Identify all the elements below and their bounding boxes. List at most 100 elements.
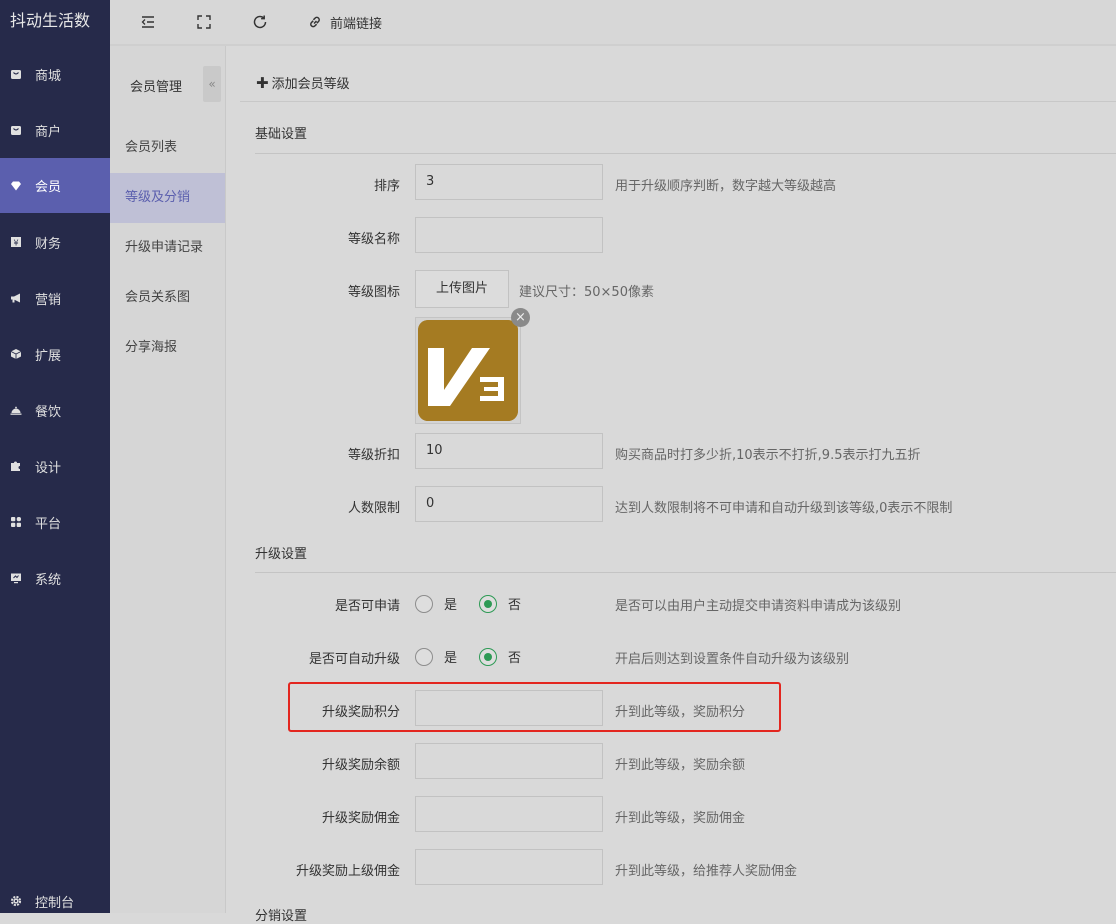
- subnav-item-share-poster[interactable]: 分享海报: [110, 323, 225, 373]
- add-level-tab[interactable]: ✚ 添加会员等级: [256, 73, 350, 93]
- reward-balance-hint: 升到此等级，奖励余额: [615, 758, 746, 773]
- sort-label: 排序: [373, 179, 400, 194]
- sidebar-item-label: 系统: [35, 572, 62, 588]
- sidebar-item-catering[interactable]: 餐饮: [0, 389, 110, 431]
- sidebar-item-merchant[interactable]: 商户: [0, 109, 110, 151]
- collapse-subnav-button[interactable]: «: [203, 66, 221, 102]
- member-limit-hint: 达到人数限制将不可申请和自动升级到该等级,0表示不限制: [615, 501, 953, 516]
- sidebar-item-label: 会员: [35, 180, 62, 195]
- can-apply-no-radio[interactable]: [479, 594, 498, 613]
- refresh-icon: [252, 14, 268, 30]
- sort-input[interactable]: 3: [415, 164, 603, 200]
- radio-label: 是: [444, 651, 458, 666]
- sort-hint: 用于升级顺序判断，数字越大等级越高: [615, 179, 837, 194]
- sidebar-item-label: 财务: [35, 236, 62, 252]
- reward-commission-input[interactable]: [415, 796, 603, 832]
- link-icon: [307, 14, 323, 30]
- sub-navigation: 会员管理 « 会员列表 等级及分销 升级申请记录 会员关系图 分享海报: [110, 46, 226, 913]
- sidebar-item-label: 餐饮: [35, 404, 62, 420]
- sidebar-item-mall[interactable]: 商城: [0, 53, 110, 95]
- can-apply-radio-group: 是 否: [415, 594, 543, 613]
- parent-commission-label: 升级奖励上级佣金: [295, 864, 400, 879]
- sidebar-item-console[interactable]: 控制台: [0, 880, 110, 922]
- subnav-item-levels-distribution[interactable]: 等级及分销: [110, 173, 225, 223]
- main-sidebar: 抖动生活数 商城 商户 会员 ¥ 财务 营销 扩展 餐饮 设计 平台 系统 控制…: [0, 0, 110, 913]
- auto-upgrade-label: 是否可自动升级: [308, 652, 400, 667]
- highlight-annotation-box: [288, 682, 781, 732]
- shop-icon: [10, 68, 22, 80]
- megaphone-icon: [10, 292, 22, 304]
- radio-label: 是: [444, 598, 458, 613]
- brand-title: 抖动生活数: [10, 11, 91, 30]
- fullscreen-button[interactable]: [196, 11, 212, 33]
- reward-balance-label: 升级奖励余额: [321, 758, 400, 773]
- diamond-icon: [10, 180, 22, 192]
- frontend-link-label: 前端链接: [330, 16, 383, 32]
- level-icon-preview: [415, 317, 521, 424]
- reward-commission-hint: 升到此等级，奖励佣金: [615, 811, 746, 826]
- subnav-title: 会员管理: [130, 80, 183, 95]
- level-form-panel: ✚ 添加会员等级 基础设置 排序 3 用于升级顺序判断，数字越大等级越高 等级名…: [232, 53, 1116, 924]
- sidebar-item-label: 控制台: [35, 895, 75, 911]
- dish-cover-icon: [10, 404, 22, 416]
- subnav-item-upgrade-records[interactable]: 升级申请记录: [110, 223, 225, 273]
- discount-hint: 购买商品时打多少折,10表示不打折,9.5表示打九五折: [615, 448, 921, 463]
- parent-commission-input[interactable]: [415, 849, 603, 885]
- member-limit-input[interactable]: 0: [415, 486, 603, 522]
- indent-icon: [140, 14, 156, 30]
- monitor-icon: [10, 572, 22, 584]
- sidebar-item-platform[interactable]: 平台: [0, 501, 110, 543]
- sidebar-item-label: 商城: [35, 68, 62, 84]
- sidebar-item-finance[interactable]: ¥ 财务: [0, 221, 110, 263]
- grid-icon: [10, 516, 22, 528]
- sidebar-item-label: 设计: [35, 460, 62, 476]
- level-name-input[interactable]: [415, 217, 603, 253]
- merchant-icon: [10, 124, 22, 136]
- level-icon-label: 等级图标: [347, 285, 400, 300]
- radio-label: 否: [508, 651, 522, 666]
- cube-icon: [10, 348, 22, 360]
- auto-upgrade-yes-radio[interactable]: [415, 647, 433, 666]
- subnav-item-relation-graph[interactable]: 会员关系图: [110, 273, 225, 323]
- discount-label: 等级折扣: [347, 448, 400, 463]
- radio-dot: [484, 652, 493, 661]
- remove-image-button[interactable]: ×: [511, 308, 530, 327]
- level-name-label: 等级名称: [347, 232, 400, 247]
- sidebar-item-marketing[interactable]: 营销: [0, 277, 110, 319]
- can-apply-yes-radio[interactable]: [415, 594, 433, 613]
- puzzle-icon: [10, 460, 22, 472]
- can-apply-hint: 是否可以由用户主动提交申请资料申请成为该级别: [615, 599, 902, 614]
- auto-upgrade-radio-group: 是 否: [415, 647, 543, 666]
- sidebar-item-label: 营销: [35, 292, 62, 308]
- sidebar-item-design[interactable]: 设计: [0, 445, 110, 487]
- radio-dot: [484, 599, 493, 608]
- sidebar-item-label: 平台: [35, 516, 62, 532]
- frontend-link-button[interactable]: 前端链接: [307, 11, 382, 33]
- toggle-menu-button[interactable]: [140, 11, 156, 33]
- auto-upgrade-hint: 开启后则达到设置条件自动升级为该级别: [615, 652, 850, 667]
- subnav-item-member-list[interactable]: 会员列表: [110, 123, 225, 173]
- top-toolbar: 前端链接: [110, 0, 1116, 46]
- discount-input[interactable]: 10: [415, 433, 603, 469]
- sidebar-item-extension[interactable]: 扩展: [0, 333, 110, 375]
- sidebar-item-member[interactable]: 会员: [0, 158, 110, 213]
- basic-settings-title: 基础设置: [255, 127, 308, 142]
- fullscreen-icon: [196, 14, 212, 30]
- auto-upgrade-no-radio[interactable]: [479, 647, 498, 666]
- sidebar-item-system[interactable]: 系统: [0, 557, 110, 599]
- section-divider: [255, 153, 1116, 154]
- plus-icon: ✚: [256, 73, 269, 92]
- upgrade-settings-title: 升级设置: [255, 547, 308, 562]
- reward-balance-input[interactable]: [415, 743, 603, 779]
- distribution-settings-title: 分销设置: [255, 909, 308, 924]
- divider: [240, 101, 1116, 102]
- upload-image-button[interactable]: 上传图片: [415, 270, 509, 308]
- level-logo-image: [418, 320, 518, 421]
- sidebar-item-label: 商户: [35, 124, 62, 140]
- refresh-button[interactable]: [252, 11, 268, 33]
- can-apply-label: 是否可申请: [334, 599, 400, 614]
- upload-size-hint: 建议尺寸：50×50像素: [519, 285, 654, 300]
- section-divider: [255, 572, 1116, 573]
- add-level-label: 添加会员等级: [271, 77, 350, 92]
- reward-commission-label: 升级奖励佣金: [321, 811, 400, 826]
